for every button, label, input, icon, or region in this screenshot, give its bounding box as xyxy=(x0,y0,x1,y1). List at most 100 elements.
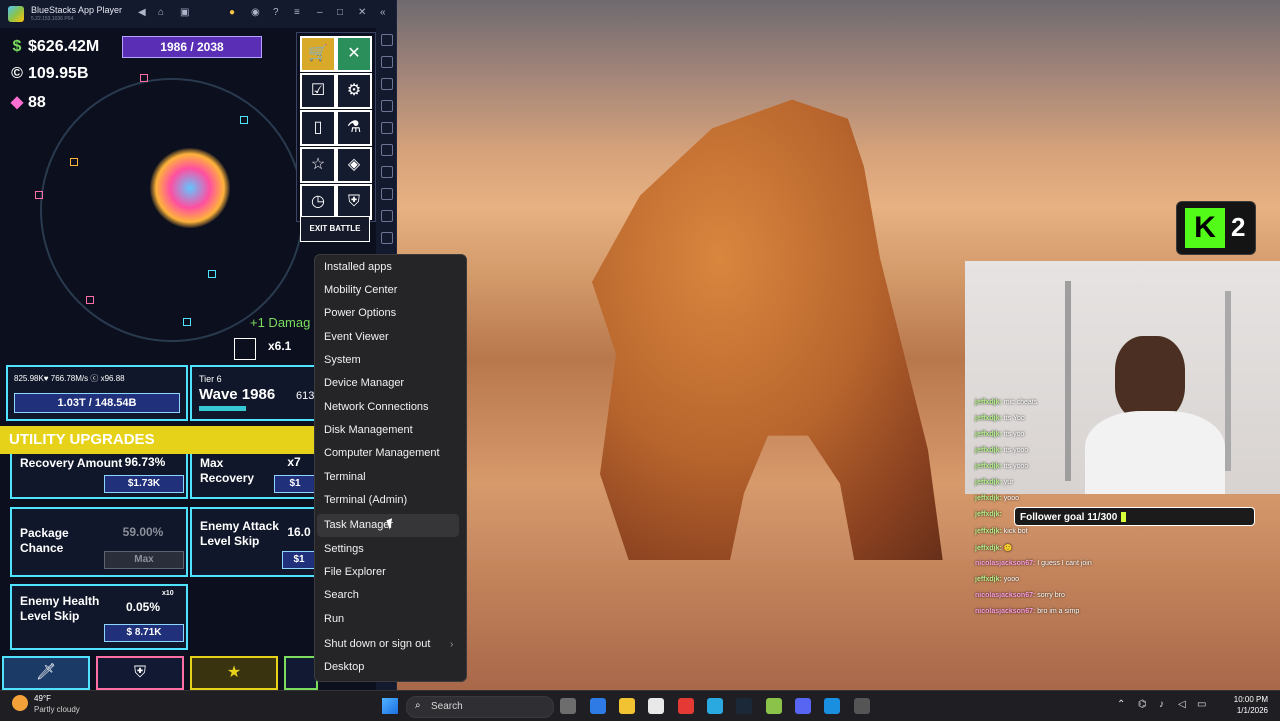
upgrade-max-button[interactable]: Max xyxy=(104,551,184,569)
menu-item-search[interactable]: Search xyxy=(324,589,359,601)
collapse-sidebar-icon[interactable]: « xyxy=(380,7,386,18)
speed-multiplier: x6.1 xyxy=(268,339,292,353)
fullscreen-icon[interactable] xyxy=(381,34,393,46)
exit-battle-button[interactable]: EXIT BATTLE xyxy=(300,216,370,242)
taskbar-search-box[interactable]: ⌕ Search xyxy=(406,696,554,718)
browser-icon[interactable] xyxy=(707,698,723,714)
keyboard-icon[interactable] xyxy=(381,78,393,90)
menu-item-file-explorer[interactable]: File Explorer xyxy=(324,566,386,578)
help-icon[interactable]: ? xyxy=(273,7,279,18)
star-icon[interactable]: ☆ xyxy=(300,147,336,183)
chat-message: tts Yoo xyxy=(1003,415,1025,422)
chevron-up-icon[interactable]: ⌃ xyxy=(1117,699,1125,710)
account-icon[interactable]: ◉ xyxy=(251,7,260,18)
network-tray-icon[interactable]: ⌬ xyxy=(1138,699,1147,710)
screen-record-icon[interactable] xyxy=(381,100,393,112)
location-icon[interactable] xyxy=(381,144,393,156)
extra-tab[interactable] xyxy=(284,656,318,690)
menu-item-system[interactable]: System xyxy=(324,354,361,366)
utility-tab-star-icon[interactable]: ★ xyxy=(190,656,278,690)
minimize-icon[interactable]: – xyxy=(317,7,323,18)
home-icon[interactable]: ⌂ xyxy=(158,7,164,18)
edge-icon[interactable] xyxy=(824,698,840,714)
menu-item-device-manager[interactable]: Device Manager xyxy=(324,377,404,389)
module-icon[interactable]: ◈ xyxy=(336,147,372,183)
back-icon[interactable]: ◀ xyxy=(138,7,146,18)
upgrade-card[interactable]: Package Chance 59.00% Max xyxy=(10,507,188,577)
task-view-icon[interactable] xyxy=(560,698,576,714)
speed-toggle[interactable] xyxy=(234,338,256,360)
menu-item-power-options[interactable]: Power Options xyxy=(324,307,396,319)
upgrade-card[interactable]: Enemy Health Level Skip 0.05% x10 $ 8.71… xyxy=(10,584,188,650)
card-icon[interactable]: ▯ xyxy=(300,110,336,146)
speaker-icon[interactable]: ◁ xyxy=(1178,699,1186,710)
coin-icon[interactable]: ● xyxy=(229,7,235,18)
shop-icon[interactable]: 🛒 xyxy=(300,36,336,72)
macro-icon[interactable] xyxy=(381,166,393,178)
tier-panel: Tier 6 Wave 1986 613 xyxy=(190,365,320,421)
menu-item-settings[interactable]: Settings xyxy=(324,543,364,555)
menu-item-desktop[interactable]: Desktop xyxy=(324,661,364,673)
menu-icon[interactable]: ≡ xyxy=(294,7,300,18)
attack-tab-sword-icon[interactable]: 🗡 xyxy=(2,656,90,690)
start-button-windows-icon[interactable] xyxy=(382,698,398,714)
upgrade-card[interactable]: Max Recovery x7 $1 xyxy=(190,454,320,499)
more-icon[interactable] xyxy=(381,232,393,244)
multi-instance-icon[interactable] xyxy=(381,188,393,200)
close-icon[interactable]: ✕ xyxy=(336,36,372,72)
menu-item-installed-apps[interactable]: Installed apps xyxy=(324,261,392,273)
enemy-square xyxy=(86,296,94,304)
history-icon[interactable]: ◷ xyxy=(300,184,336,220)
upgrade-cost-button[interactable]: $ 8.71K xyxy=(104,624,184,642)
obs-icon[interactable] xyxy=(854,698,870,714)
upgrade-card[interactable]: Recovery Amount 96.73% $1.73K xyxy=(10,454,188,499)
shield-icon[interactable]: ⛨ xyxy=(336,184,372,220)
weather-icon[interactable] xyxy=(12,695,28,711)
menu-item-terminal-admin[interactable]: Terminal (Admin) xyxy=(324,494,407,506)
menu-item-terminal[interactable]: Terminal xyxy=(324,471,366,483)
streamer-body xyxy=(1085,411,1225,494)
checklist-icon[interactable]: ☑ xyxy=(300,73,336,109)
weather-condition[interactable]: Partly cloudy xyxy=(34,705,80,714)
menu-item-event-viewer[interactable]: Event Viewer xyxy=(324,331,389,343)
weather-temp[interactable]: 49°F xyxy=(34,694,51,703)
chat-user: jeffxdjk: xyxy=(975,479,1002,486)
menu-item-mobility-center[interactable]: Mobility Center xyxy=(324,284,397,296)
bluestacks-taskbar-icon[interactable] xyxy=(766,698,782,714)
store-icon[interactable] xyxy=(648,698,664,714)
app-icon[interactable] xyxy=(678,698,694,714)
maximize-icon[interactable]: □ xyxy=(337,7,343,18)
chat-message: tts yooo xyxy=(1003,463,1029,470)
close-window-icon[interactable]: ✕ xyxy=(358,7,366,18)
elephant-rock xyxy=(592,99,944,570)
upgrade-card[interactable]: Enemy Attack Level Skip 16.0 $1 xyxy=(190,507,320,577)
upgrade-cost-button[interactable]: $1.73K xyxy=(104,475,184,493)
menu-item-computer-management[interactable]: Computer Management xyxy=(324,447,440,459)
defense-tab-shield-icon[interactable]: ⛨ xyxy=(96,656,184,690)
section-title: UTILITY UPGRADES xyxy=(0,426,316,454)
upgrade-cost-button[interactable]: $1 xyxy=(274,475,316,493)
discord-icon[interactable] xyxy=(795,698,811,714)
copilot-icon[interactable] xyxy=(590,698,606,714)
taskbar-clock[interactable]: 10:00 PM 1/1/2026 xyxy=(1226,694,1268,716)
menu-item-shut-down[interactable]: Shut down or sign out xyxy=(324,638,430,650)
chat-message: yooo xyxy=(1003,576,1019,583)
lab-flask-icon[interactable]: ⚗ xyxy=(336,110,372,146)
chat-line: jeffxdjk: mic cheats xyxy=(975,399,1037,406)
volume-icon[interactable] xyxy=(381,56,393,68)
microphone-icon[interactable]: ♪ xyxy=(1159,699,1164,710)
chat-user: jeffxdjk: xyxy=(975,463,1002,470)
battery-icon[interactable]: ▭ xyxy=(1197,699,1206,710)
recent-apps-icon[interactable]: ▣ xyxy=(180,7,189,18)
steam-icon[interactable] xyxy=(736,698,752,714)
settings-icon[interactable]: ⚙ xyxy=(336,73,372,109)
menu-item-disk-management[interactable]: Disk Management xyxy=(324,424,413,436)
chat-message: sorry bro xyxy=(1037,592,1065,599)
file-explorer-icon[interactable] xyxy=(619,698,635,714)
screenshot-icon[interactable] xyxy=(381,210,393,222)
rotate-icon[interactable] xyxy=(381,122,393,134)
upgrade-cost-button[interactable]: $1 xyxy=(282,551,316,569)
menu-item-network-connections[interactable]: Network Connections xyxy=(324,401,429,413)
menu-item-run[interactable]: Run xyxy=(324,613,344,625)
chat-user: jeffxdjk: xyxy=(975,528,1002,535)
